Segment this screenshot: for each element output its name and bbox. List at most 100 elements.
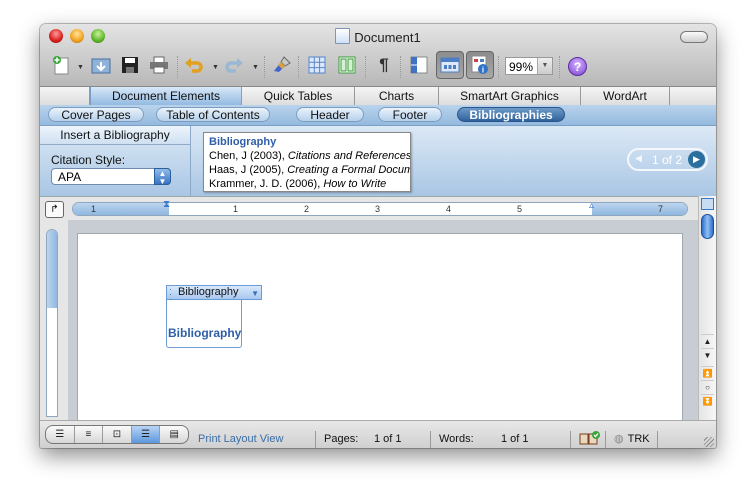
table-grid-icon	[308, 56, 326, 74]
tab-wordart[interactable]: WordArt	[581, 87, 670, 106]
circle-icon: ○	[705, 383, 710, 392]
tables-button[interactable]	[306, 54, 328, 76]
bibliography-content-control[interactable]: · · · Bibliography ▼ Bibliography	[166, 285, 262, 355]
pager-label: 1 of 2	[652, 153, 683, 167]
track-changes-status[interactable]: ◍ TRK	[605, 431, 657, 448]
format-painter-button[interactable]	[271, 54, 293, 76]
document-page[interactable]: · · · Bibliography ▼ Bibliography	[78, 234, 682, 420]
document-area: · · · Bibliography ▼ Bibliography	[40, 220, 716, 420]
subtab-cover-pages[interactable]: Cover Pages	[48, 107, 144, 122]
subtab-label: Header	[310, 108, 350, 122]
columns-button[interactable]	[336, 54, 358, 76]
print-layout-icon: ☰	[141, 429, 151, 440]
subtab-footer[interactable]: Footer	[378, 107, 442, 122]
double-arrow-down-icon: ⏬	[702, 397, 713, 406]
arrow-up-icon: ▲	[703, 337, 712, 346]
toolbox-button[interactable]: i	[466, 51, 494, 79]
browse-object-button[interactable]: ○	[701, 380, 714, 395]
undo-button[interactable]	[183, 54, 205, 76]
tab-label: SmartArt Graphics	[460, 89, 559, 103]
notebook-layout-view-button[interactable]: ▤	[160, 426, 188, 443]
new-document-button[interactable]	[50, 54, 72, 76]
printer-icon	[150, 56, 168, 74]
draft-view-button[interactable]: ☰	[46, 426, 75, 443]
draft-view-icon: ☰	[55, 429, 65, 440]
redo-dropdown-icon[interactable]: ▼	[252, 64, 259, 71]
pages-status[interactable]: Pages: 1 of 1	[315, 431, 430, 448]
view-switcher: ☰ ≡ ⊡ ☰ ▤	[45, 425, 189, 444]
pilcrow-icon: ¶	[379, 55, 389, 74]
print-layout-view-button[interactable]: ☰	[131, 426, 161, 443]
tab-document-elements[interactable]: Document Elements	[90, 87, 242, 106]
outline-view-button[interactable]: ≡	[75, 426, 104, 443]
split-window-handle[interactable]	[701, 198, 714, 210]
entry-title: Creating a Formal Document	[287, 164, 410, 176]
chevron-down-icon[interactable]: ▼	[251, 287, 259, 300]
tab-label: WordArt	[603, 89, 647, 103]
subtab-bibliographies[interactable]: Bibliographies	[457, 107, 565, 122]
entry-title: How to Write	[323, 178, 387, 190]
vertical-ruler[interactable]	[46, 229, 58, 417]
citation-style-select[interactable]: APA ▲ ▼	[51, 168, 171, 186]
gallery-pager: ◀ 1 of 2 ▶	[627, 148, 708, 171]
floppy-save-icon	[122, 57, 138, 73]
vertical-scrollbar[interactable]: ▲ ▼ ⏫ ○ ⏬	[698, 196, 716, 420]
toolbar-separator	[559, 56, 561, 78]
toolbox-info-icon: i	[471, 55, 488, 75]
standard-toolbar: ▼ ▼ ▼ ¶ i 99% ▼ ?	[40, 48, 716, 84]
right-indent-marker[interactable]: ▵	[589, 200, 594, 211]
words-status[interactable]: Words: 1 of 1	[430, 431, 570, 448]
outline-view-icon: ≡	[85, 429, 92, 440]
svg-text:i: i	[482, 66, 484, 75]
columns-icon	[338, 56, 356, 74]
publishing-layout-view-button[interactable]: ⊡	[103, 426, 132, 443]
undo-dropdown-icon[interactable]: ▼	[212, 64, 219, 71]
tab-label: Document Elements	[111, 89, 221, 103]
content-control-title: Bibliography	[178, 286, 239, 298]
tab-stop-selector[interactable]: ↱	[45, 201, 64, 218]
show-hide-button[interactable]: ¶	[373, 54, 395, 76]
tab-label: Quick Tables	[263, 89, 333, 103]
title-bar: Document1 ▼ ▼ ▼ ¶ i 99% ▼ ?	[40, 24, 716, 86]
save-button[interactable]	[119, 54, 141, 76]
chevron-down-icon[interactable]: ▼	[537, 58, 552, 74]
double-arrow-up-icon: ⏫	[702, 369, 713, 378]
scroll-thumb[interactable]	[701, 214, 714, 239]
gallery-button[interactable]	[436, 51, 464, 79]
tab-smartart-graphics[interactable]: SmartArt Graphics	[439, 87, 581, 106]
next-page-button[interactable]: ▶	[688, 151, 705, 168]
help-button[interactable]: ?	[568, 57, 587, 76]
first-line-indent-marker[interactable]: ⧗	[163, 199, 170, 210]
ruler-label: 2	[304, 204, 310, 214]
print-button[interactable]	[148, 54, 170, 76]
new-dropdown-icon[interactable]: ▼	[77, 64, 84, 71]
undo-arrow-icon	[185, 58, 203, 73]
bibliography-preview-entry: Krammer, J. D. (2006), How to Write	[209, 177, 405, 191]
previous-page-nav-button[interactable]: ⏫	[701, 366, 714, 381]
help-icon: ?	[573, 60, 582, 74]
content-control-body[interactable]: Bibliography	[166, 300, 242, 348]
trk-label: TRK	[627, 433, 650, 445]
open-button[interactable]	[90, 54, 112, 76]
resize-grip[interactable]	[704, 437, 714, 447]
tab-charts[interactable]: Charts	[355, 87, 439, 106]
spelling-status[interactable]	[570, 431, 605, 448]
zoom-select[interactable]: 99% ▼	[505, 57, 553, 75]
sidebar-icon	[410, 56, 428, 74]
bibliography-gallery-item[interactable]: Bibliography Chen, J (2003), Citations a…	[203, 132, 411, 192]
scroll-up-button[interactable]: ▲	[701, 334, 714, 349]
previous-page-button[interactable]: ◀	[635, 153, 642, 164]
subtab-table-of-contents[interactable]: Table of Contents	[156, 107, 270, 122]
scroll-down-button[interactable]: ▼	[701, 348, 714, 363]
words-value: 1 of 1	[501, 433, 529, 445]
tab-quick-tables[interactable]: Quick Tables	[242, 87, 355, 106]
subtab-header[interactable]: Header	[296, 107, 364, 122]
redo-button[interactable]	[223, 54, 245, 76]
next-page-nav-button[interactable]: ⏬	[701, 394, 714, 409]
ruler-label: 5	[517, 204, 523, 214]
content-control-tag[interactable]: · · · Bibliography ▼	[166, 285, 262, 304]
toolbar-toggle-button[interactable]	[680, 31, 708, 43]
sidebar-button[interactable]	[408, 54, 430, 76]
bibliography-preview-heading: Bibliography	[209, 136, 277, 148]
tab-stop-icon: ↱	[50, 204, 59, 215]
